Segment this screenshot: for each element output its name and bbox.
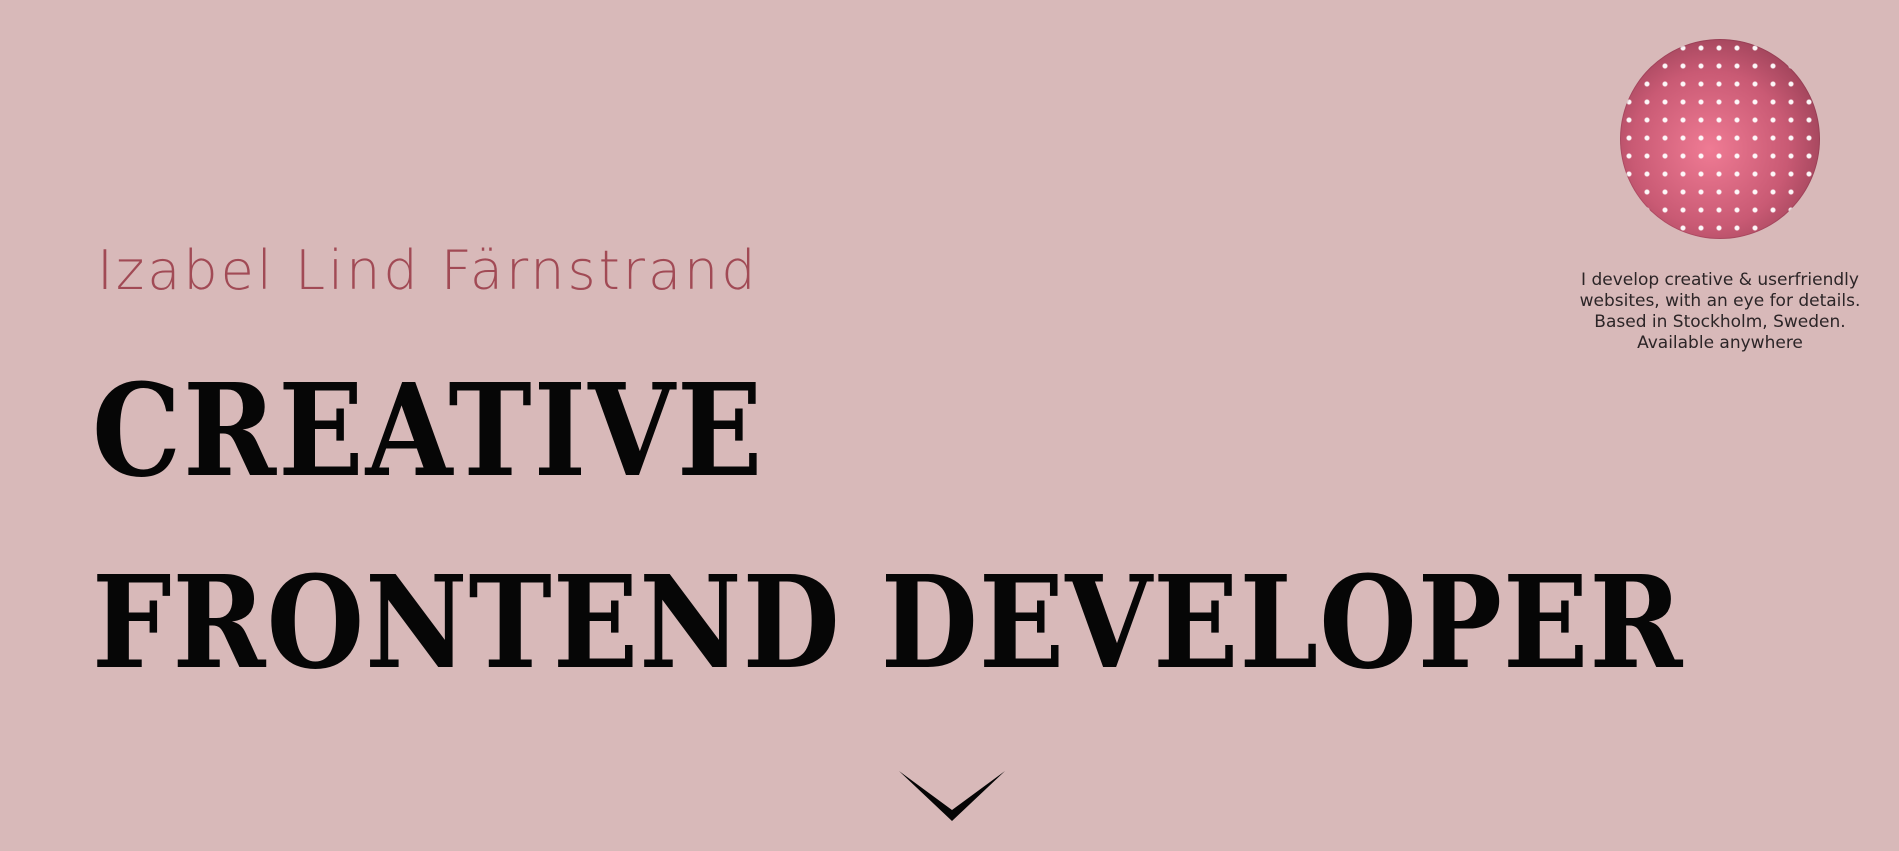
headline-line-2: FRONTEND DEVELOPER: [92, 548, 1684, 698]
name-heading: Izabel Lind Färnstrand: [97, 239, 759, 302]
scroll-down-button[interactable]: [897, 765, 1007, 825]
intro-line-3: Based in Stockholm, Sweden.: [1594, 312, 1846, 332]
avatar: [1620, 39, 1820, 239]
chevron-down-icon: [899, 771, 1005, 821]
intro-line-2: websites, with an eye for details.: [1579, 291, 1861, 311]
headline-line-1: CREATIVE: [92, 356, 765, 506]
intro-text: I develop creative & userfriendly websit…: [1540, 270, 1899, 354]
intro-line-4: Available anywhere: [1637, 333, 1803, 353]
intro-line-1: I develop creative & userfriendly: [1581, 270, 1859, 290]
